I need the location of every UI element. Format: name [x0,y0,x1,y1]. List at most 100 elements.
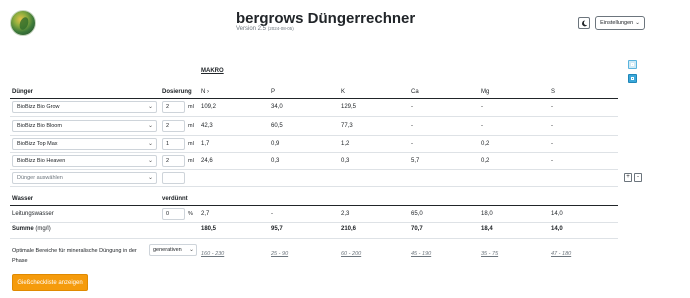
section-title-makro[interactable]: MAKRO [201,68,224,74]
header-duenger: Dünger [12,89,33,95]
value-n: 24,6 [201,158,213,164]
chevron-down-icon: ⌄ [147,123,153,129]
value-n: 1,7 [201,141,210,147]
value-p: 0,3 [271,158,280,164]
water-label: Leitungswasser [12,211,54,217]
dilution-input[interactable]: 0 [162,208,185,220]
value-n: 109,2 [201,104,217,110]
fertilizer-select-1[interactable]: BioBizz Bio Grow ⌄ [12,101,157,113]
fertilizer-select-4[interactable]: BioBizz Bio Heaven ⌄ [12,155,157,167]
header-n[interactable]: N › [201,89,209,95]
range-ca: 45 - 190 [411,251,432,257]
header-divider [10,98,618,99]
dosage-input-4[interactable]: 2 [162,155,185,167]
percent-label: % [188,211,193,217]
header-wasser: Wasser [12,196,34,202]
value-s: - [551,141,553,147]
value-mg: 0,2 [481,141,490,147]
version-date: (2024-08-05) [267,26,294,31]
value-ca: 5,7 [411,158,420,164]
row-divider [10,186,618,187]
value-s: - [551,158,553,164]
header-n-label: N [201,89,206,95]
sum-p: 95,7 [271,226,283,232]
water-n: 2,7 [201,211,210,217]
value-k: 77,3 [341,123,353,129]
value-mg: 0,2 [481,158,490,164]
value-k: 1,2 [341,141,350,147]
sum-mg: 18,4 [481,226,493,232]
header-dosierung: Dosierung [162,89,192,95]
dosage-input-2[interactable]: 2 [162,120,185,132]
unit-label: ml [188,141,194,147]
range-k: 60 - 200 [341,251,362,257]
unit-label: ml [188,104,194,110]
phase-select[interactable]: generativen ⌄ [149,244,197,256]
header-s: S [551,89,556,95]
chevron-down-icon: ⌄ [635,20,640,26]
optimal-text: Optimale Bereiche für mineralische Düngu… [12,248,137,254]
header-k: K [341,89,346,95]
summe-unit: (mg/l) [35,226,51,232]
optimal-range-label: Optimale Bereiche für mineralische Düngu… [12,246,152,266]
chevron-down-icon: ⌄ [147,175,153,181]
leaf-icon [18,16,30,31]
value-p: 0,9 [271,141,280,147]
value-k: 0,3 [341,158,350,164]
sum-n: 180,5 [201,226,217,232]
header-mg: Mg [481,89,490,95]
fertilizer-name: BioBizz Bio Heaven [17,158,66,164]
version-label: Version 2.5 (2024-08-05) [236,26,294,32]
sum-ca: 70,7 [411,226,423,232]
add-row-button[interactable]: + [624,173,632,182]
value-ca: - [411,141,413,147]
chevron-down-icon: ⌄ [188,247,194,253]
water-mg: 18,0 [481,211,493,217]
row-divider [10,135,618,136]
water-p: - [271,211,273,217]
add-dosage-input[interactable] [162,172,185,184]
settings-dropdown[interactable]: Einstellungen ⌄ [595,16,645,30]
unit-label: ml [188,123,194,129]
dosage-input-1[interactable]: 2 [162,101,185,113]
water-ca: 65,0 [411,211,423,217]
page-title: bergrows Düngerrechner [236,10,416,27]
chevron-right-icon: › [207,89,210,95]
collapse-icon[interactable] [628,60,637,69]
row-divider [10,152,618,153]
value-k: 129,5 [341,104,357,110]
row-divider [10,169,618,170]
value-p: 60,5 [271,123,283,129]
version-number: Version 2.5 [236,26,267,32]
play-icon[interactable] [628,74,637,83]
fertilizer-name: BioBizz Bio Grow [17,104,60,110]
row-divider [10,238,618,239]
water-divider [10,205,618,206]
value-s: - [551,104,553,110]
logo [10,10,36,36]
water-s: 14,0 [551,211,563,217]
water-k: 2,3 [341,211,350,217]
sum-s: 14,0 [551,226,563,232]
show-checklist-button[interactable]: Gießcheckliste anzeigen [12,274,88,291]
chevron-down-icon: ⌄ [147,104,153,110]
summe-label: Summe (mg/l) [12,226,51,232]
unit-label: ml [188,158,194,164]
range-mg: 35 - 75 [481,251,499,257]
phase-text: Phase [12,258,28,264]
remove-row-button[interactable]: - [634,173,642,182]
fertilizer-select-2[interactable]: BioBizz Bio Bloom ⌄ [12,120,157,132]
row-divider [10,222,618,223]
moon-icon [581,20,587,26]
dosage-input-3[interactable]: 1 [162,138,185,150]
value-s: - [551,123,553,129]
range-n: 160 - 230 [201,251,225,257]
row-divider [10,116,618,117]
settings-label: Einstellungen [600,20,634,26]
header-ca: Ca [411,89,419,95]
add-fertilizer-select[interactable]: Dünger auswählen ⌄ [12,172,157,184]
fertilizer-name: BioBizz Bio Bloom [17,123,62,129]
fertilizer-select-3[interactable]: BioBizz Top Max ⌄ [12,138,157,150]
theme-toggle-button[interactable] [578,17,590,29]
value-n: 42,3 [201,123,213,129]
